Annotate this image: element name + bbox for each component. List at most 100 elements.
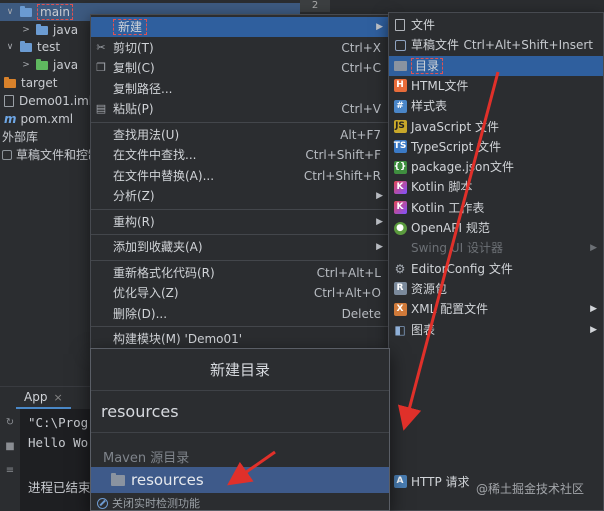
- menu-item-label: 复制路径...: [113, 81, 173, 96]
- directory-name-input[interactable]: [91, 391, 389, 433]
- menu-item-label: 新建: [111, 17, 376, 37]
- menu-item[interactable]: ✂ 剪切(T) Ctrl+X: [91, 38, 389, 58]
- submenu-item-label-text: 目录: [411, 57, 444, 74]
- chevron-down-icon[interactable]: ∨: [4, 38, 16, 56]
- scratch-icon: [2, 150, 12, 160]
- chevron-right-icon[interactable]: >: [20, 56, 32, 74]
- menu-item[interactable]: 分析(Z) ▶: [91, 186, 389, 206]
- dialog-footer[interactable]: 关闭实时检测功能: [91, 495, 389, 511]
- tree-item[interactable]: target: [0, 74, 58, 92]
- run-tab-app[interactable]: App ×: [16, 387, 71, 409]
- stop-icon[interactable]: ■: [4, 441, 16, 453]
- submenu-item-label: 目录: [411, 56, 603, 76]
- tree-item[interactable]: Demo01.iml: [0, 92, 92, 110]
- rerun-icon[interactable]: ↻: [4, 417, 16, 429]
- menu-item-shortcut: Ctrl+Shift+F: [305, 148, 381, 162]
- submenu-item[interactable]: K Kotlin 脚本: [389, 177, 603, 197]
- menu-item[interactable]: 在文件中查找... Ctrl+Shift+F: [91, 145, 389, 165]
- tree-item-label: pom.xml: [20, 112, 74, 126]
- tree-item[interactable]: > java: [0, 56, 78, 74]
- menu-item-shortcut: Ctrl+Alt+O: [313, 286, 381, 300]
- menu-item[interactable]: ❐ 复制(C) Ctrl+C: [91, 58, 389, 78]
- submenu-item[interactable]: K Kotlin 工作表: [389, 198, 603, 218]
- dialog-title: 新建目录: [91, 349, 389, 391]
- submenu-item[interactable]: H HTML文件: [389, 76, 603, 96]
- menu-item-label: 优化导入(Z): [113, 286, 179, 300]
- typescript-icon: TS: [393, 140, 407, 154]
- submenu-item-label: package.json文件: [411, 160, 515, 175]
- submenu-item[interactable]: 文件: [389, 15, 603, 35]
- context-menu: 新建 ▶ ✂ 剪切(T) Ctrl+X ❐ 复制(C) Ctrl+C 复制路径... ▤ 粘贴(P)…: [90, 14, 390, 372]
- tree-item[interactable]: 外部库: [0, 128, 38, 146]
- editor-tab-counter[interactable]: 2: [300, 0, 330, 12]
- menu-item[interactable]: 在文件中替换(A)... Ctrl+Shift+R: [91, 166, 389, 186]
- folder-icon: [4, 76, 16, 88]
- package-json-icon: {}: [393, 160, 407, 174]
- footer-label: 关闭实时检测功能: [112, 497, 200, 510]
- menu-item-shortcut: Ctrl+X: [341, 40, 381, 55]
- console-line: "C:\Prog: [28, 415, 89, 430]
- new-directory-dialog: 新建目录 Maven 源目录 resources 关闭实时检测功能: [90, 348, 390, 511]
- menu-item[interactable]: 查找用法(U) Alt+F7: [91, 125, 389, 145]
- http-icon: A: [389, 475, 411, 488]
- tree-item-label: test: [37, 40, 61, 54]
- watermark: @稀土掘金技术社区: [476, 482, 585, 496]
- menu-item[interactable]: ▤ 粘贴(P) Ctrl+V: [91, 99, 389, 119]
- menu-item-label: 分析(Z): [113, 189, 155, 203]
- maven-icon: m: [4, 112, 17, 126]
- submenu-item-label: 资源包: [411, 281, 448, 296]
- ban-icon: [97, 497, 108, 509]
- submenu-item-label: OpenAPI 规范: [411, 221, 490, 235]
- menu-item[interactable]: 重构(R) ▶: [91, 212, 389, 232]
- tree-item[interactable]: > java: [0, 21, 78, 39]
- menu-item-label: 添加到收藏夹(A): [113, 240, 203, 254]
- submenu-item-label: TypeScript 文件: [411, 139, 502, 154]
- wrap-icon[interactable]: ≡: [4, 465, 16, 477]
- menu-item[interactable]: 新建 ▶: [91, 17, 389, 37]
- menu-item-label: 粘贴(P): [113, 102, 154, 116]
- tree-item-label: target: [21, 76, 58, 90]
- menu-item-label-text: 新建: [113, 19, 148, 35]
- menu-item[interactable]: 删除(D)... Delete: [91, 304, 389, 324]
- tree-item[interactable]: ∨ test: [0, 38, 60, 56]
- html-icon: H: [389, 79, 411, 93]
- menu-item-label: 重构(R): [113, 214, 155, 229]
- menu-item[interactable]: 优化导入(Z) Ctrl+Alt+O: [91, 283, 389, 303]
- submenu-item[interactable]: # 样式表: [389, 96, 603, 116]
- submenu-item[interactable]: ⚙ EditorConfig 文件: [389, 259, 603, 279]
- scratch-icon: [389, 39, 411, 51]
- tree-item-label: 外部库: [2, 130, 39, 144]
- submenu-item[interactable]: 草稿文件 Ctrl+Alt+Shift+Insert: [389, 35, 603, 55]
- css-icon: #: [389, 99, 411, 113]
- submenu-item[interactable]: JS JavaScript 文件: [389, 117, 603, 137]
- menu-item[interactable]: 复制路径...: [91, 79, 389, 99]
- submenu-item[interactable]: R 资源包: [389, 279, 603, 299]
- submenu-item[interactable]: {} package.json文件: [389, 157, 603, 177]
- menu-item[interactable]: 重新格式化代码(R) Ctrl+Alt+L: [91, 263, 389, 283]
- tree-item-label: java: [53, 23, 79, 37]
- menu-item-label: 剪切(T): [113, 40, 154, 55]
- chevron-right-icon[interactable]: >: [20, 21, 32, 39]
- menu-item[interactable]: 构建模块(M) 'Demo01': [91, 329, 389, 349]
- submenu-item[interactable]: 目录: [389, 55, 603, 76]
- menu-item-label: 在文件中替换(A)...: [113, 168, 215, 183]
- resources-suggestion[interactable]: resources: [91, 467, 389, 493]
- chevron-down-icon[interactable]: ∨: [4, 3, 16, 21]
- console-line: Hello Wo: [28, 435, 89, 450]
- submenu-item[interactable]: ● OpenAPI 规范: [389, 218, 603, 238]
- submenu-item[interactable]: ◧ 图表 ▶: [389, 320, 603, 340]
- menu-separator: [91, 259, 389, 261]
- javascript-icon: JS: [393, 120, 407, 133]
- folder-icon: [20, 40, 32, 52]
- file-icon: [4, 95, 14, 107]
- menu-item[interactable]: 添加到收藏夹(A) ▶: [91, 237, 389, 257]
- submenu-item-label: HTML文件: [411, 78, 469, 93]
- tree-item[interactable]: m pom.xml: [0, 110, 73, 128]
- close-icon[interactable]: ×: [53, 391, 62, 404]
- folder-icon: [36, 58, 48, 70]
- submenu-item[interactable]: X XML 配置文件 ▶: [389, 299, 603, 319]
- submenu-item-label: 图表: [411, 322, 436, 337]
- chevron-right-icon: ▶: [590, 304, 597, 315]
- submenu-item[interactable]: TS TypeScript 文件: [389, 137, 603, 157]
- run-gutter: ↻ ■ ≡: [0, 409, 20, 511]
